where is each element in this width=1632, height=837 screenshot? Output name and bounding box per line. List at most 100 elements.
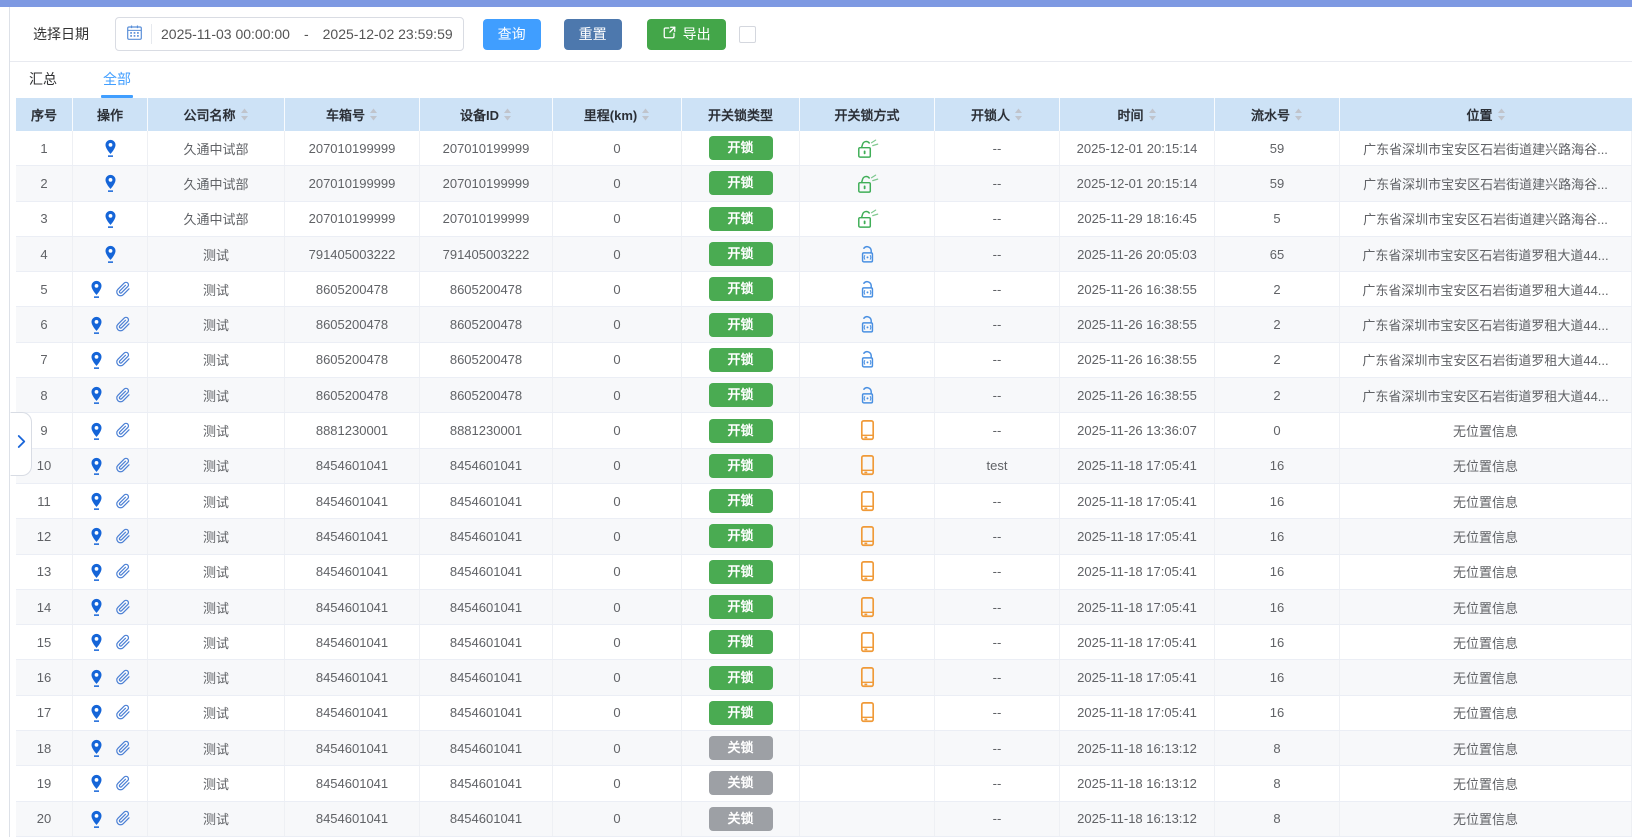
- cell-serial: 8: [1215, 766, 1340, 800]
- location-pin-icon[interactable]: [89, 315, 104, 335]
- attachment-icon[interactable]: [114, 669, 131, 686]
- sort-caret-icon: [240, 108, 249, 121]
- location-pin-icon[interactable]: [89, 456, 104, 476]
- cell-device: 8605200478: [420, 272, 553, 306]
- attachment-icon[interactable]: [114, 704, 131, 721]
- column-header-company[interactable]: 公司名称: [148, 98, 285, 131]
- cell-unlocker: --: [935, 378, 1060, 412]
- cell-device: 8454601041: [420, 484, 553, 518]
- cell-lock_type: 关锁: [682, 766, 800, 800]
- export-button[interactable]: 导出: [647, 19, 726, 50]
- date-end-value: 2025-12-02 23:59:59: [323, 26, 453, 42]
- cell-mileage: 0: [553, 202, 682, 236]
- table-row: 7 测试860520047886052004780开锁 --2025-11-26…: [16, 343, 1632, 378]
- table-body: 1 久通中试部2070101999992070101999990开锁 --202…: [16, 131, 1632, 837]
- cell-location: 广东省深圳市宝安区石岩街道罗租大道44...: [1340, 378, 1632, 412]
- table-row: 5 测试860520047886052004780开锁 --2025-11-26…: [16, 272, 1632, 307]
- cell-method: [800, 307, 935, 341]
- attachment-icon[interactable]: [114, 634, 131, 651]
- cell-device: 8454601041: [420, 519, 553, 553]
- attachment-icon[interactable]: [114, 457, 131, 474]
- location-pin-icon[interactable]: [89, 491, 104, 511]
- cell-location: 无位置信息: [1340, 449, 1632, 483]
- location-pin-icon[interactable]: [89, 279, 104, 299]
- signal-lock-icon: [856, 384, 879, 407]
- location-pin-icon[interactable]: [89, 385, 104, 405]
- cell-device: 8454601041: [420, 555, 553, 589]
- cell-box: 8605200478: [285, 343, 420, 377]
- column-header-time[interactable]: 时间: [1060, 98, 1215, 131]
- location-pin-icon[interactable]: [89, 421, 104, 441]
- location-pin-icon[interactable]: [89, 632, 104, 652]
- toolbar: 选择日期 2025-11-03 00:00:00 - 2025-12-02 23…: [10, 7, 1632, 62]
- location-pin-icon[interactable]: [103, 173, 118, 193]
- sidebar-expand-button[interactable]: [10, 412, 32, 476]
- attachment-icon[interactable]: [114, 387, 131, 404]
- cell-company: 测试: [148, 484, 285, 518]
- attachment-icon[interactable]: [114, 316, 131, 333]
- location-pin-icon[interactable]: [89, 773, 104, 793]
- cell-index: 4: [16, 237, 73, 271]
- attachment-icon[interactable]: [114, 599, 131, 616]
- location-pin-icon[interactable]: [103, 138, 118, 158]
- column-header-box[interactable]: 车箱号: [285, 98, 420, 131]
- reset-button[interactable]: 重置: [564, 19, 622, 50]
- location-pin-icon[interactable]: [103, 209, 118, 229]
- location-pin-icon[interactable]: [89, 668, 104, 688]
- cell-device: 8454601041: [420, 766, 553, 800]
- tab-summary[interactable]: 汇总: [27, 69, 59, 98]
- attachment-icon[interactable]: [114, 810, 131, 827]
- cell-time: 2025-12-01 20:15:14: [1060, 131, 1215, 165]
- open-lock-icon: [853, 172, 881, 195]
- column-header-mileage[interactable]: 里程(km): [553, 98, 682, 131]
- tab-all[interactable]: 全部: [101, 69, 133, 98]
- phone-icon: [857, 665, 878, 690]
- column-label: 里程(km): [584, 105, 637, 124]
- location-pin-icon[interactable]: [89, 562, 104, 582]
- location-pin-icon[interactable]: [89, 597, 104, 617]
- table-row: 3 久通中试部2070101999992070101999990开锁 --202…: [16, 202, 1632, 237]
- attachment-icon[interactable]: [114, 493, 131, 510]
- lock-type-badge: 开锁: [709, 489, 773, 513]
- attachment-icon[interactable]: [114, 775, 131, 792]
- attachment-icon[interactable]: [114, 563, 131, 580]
- cell-lock_type: 开锁: [682, 413, 800, 447]
- query-button[interactable]: 查询: [483, 19, 541, 50]
- cell-device: 8454601041: [420, 625, 553, 659]
- column-header-device[interactable]: 设备ID: [420, 98, 553, 131]
- cell-ops: [73, 166, 148, 200]
- attachment-icon[interactable]: [114, 740, 131, 757]
- lock-type-badge: 开锁: [709, 454, 773, 478]
- column-header-unlocker[interactable]: 开锁人: [935, 98, 1060, 131]
- date-range-input[interactable]: 2025-11-03 00:00:00 - 2025-12-02 23:59:5…: [115, 17, 464, 51]
- column-header-serial[interactable]: 流水号: [1215, 98, 1340, 131]
- location-pin-icon[interactable]: [89, 738, 104, 758]
- lock-type-badge: 开锁: [709, 630, 773, 654]
- attachment-icon[interactable]: [114, 422, 131, 439]
- attachment-icon[interactable]: [114, 281, 131, 298]
- lock-type-badge: 开锁: [709, 419, 773, 443]
- cell-time: 2025-12-01 20:15:14: [1060, 166, 1215, 200]
- cell-ops: [73, 766, 148, 800]
- location-pin-icon[interactable]: [89, 703, 104, 723]
- cell-company: 测试: [148, 555, 285, 589]
- cell-company: 测试: [148, 378, 285, 412]
- lock-type-badge: 开锁: [709, 242, 773, 266]
- cell-mileage: 0: [553, 343, 682, 377]
- location-pin-icon[interactable]: [103, 244, 118, 264]
- main-content: 选择日期 2025-11-03 00:00:00 - 2025-12-02 23…: [10, 7, 1632, 837]
- cell-device: 8881230001: [420, 413, 553, 447]
- toolbar-checkbox[interactable]: [739, 26, 756, 43]
- attachment-icon[interactable]: [114, 351, 131, 368]
- lock-type-badge: 开锁: [709, 383, 773, 407]
- signal-lock-icon: [856, 348, 879, 371]
- cell-index: 17: [16, 696, 73, 730]
- column-header-location[interactable]: 位置: [1340, 98, 1632, 131]
- phone-icon: [857, 524, 878, 549]
- location-pin-icon[interactable]: [89, 350, 104, 370]
- location-pin-icon[interactable]: [89, 809, 104, 829]
- location-pin-icon[interactable]: [89, 526, 104, 546]
- attachment-icon[interactable]: [114, 528, 131, 545]
- table-row: 18 测试845460104184546010410关锁--2025-11-18…: [16, 731, 1632, 766]
- cell-ops: [73, 449, 148, 483]
